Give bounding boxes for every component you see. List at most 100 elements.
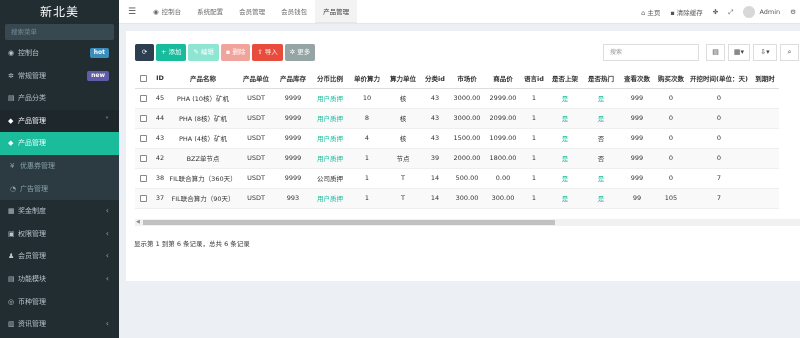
menu-toggle-icon[interactable]: ☰: [125, 0, 139, 24]
table-cell: 2099.00: [485, 108, 521, 129]
sidebar-item[interactable]: ◉ 控制台 hot: [0, 42, 119, 65]
sidebar-badge: hot: [89, 48, 109, 58]
sidebar-item[interactable]: ◎ 币种管理: [0, 291, 119, 314]
table-cell: 0: [655, 108, 687, 129]
column-header[interactable]: 市场价: [449, 69, 485, 89]
table-cell: USDT: [237, 148, 275, 169]
sidebar-item[interactable]: ◔ 广告管理: [0, 177, 119, 201]
search-icon[interactable]: ⌕: [780, 44, 799, 61]
sidebar-item[interactable]: ▤ 功能模块 ‹: [0, 268, 119, 291]
sidebar-search-input[interactable]: 搜索菜单: [5, 24, 114, 40]
select-all-checkbox[interactable]: [135, 69, 151, 89]
add-button[interactable]: + 添加: [156, 44, 187, 61]
sidebar-item-label: 控制台: [18, 49, 39, 57]
horizontal-scrollbar[interactable]: ◀ ▶: [135, 219, 800, 226]
table-cell: 999: [619, 108, 655, 129]
nav-tab[interactable]: ◉ 控制台: [145, 0, 189, 24]
refresh-button[interactable]: ⟳: [135, 44, 154, 61]
table-cell: 999: [619, 148, 655, 169]
column-header[interactable]: 是否热门: [583, 69, 619, 89]
table-row[interactable]: 42 BZZ单节点 USDT 9999 用户质押 1 节点 39 2000.00 1800.00 1…: [135, 148, 779, 169]
nav-tab-label: 控制台: [161, 8, 182, 16]
column-header[interactable]: 分类id: [421, 69, 449, 89]
row-checkbox[interactable]: [135, 88, 151, 109]
product-panel: ⟳ + 添加 ✎ 编辑 ▪ 删除 ⇧ 导入 ✲ 更多 搜索 ▤ ▦▾ ⇩▾ ⌕ ID 产品名…: [126, 31, 800, 281]
nav-tab[interactable]: 会员钱包: [273, 0, 315, 24]
sidebar-item[interactable]: ▦ 奖金制度 ‹: [0, 200, 119, 223]
table-cell: 核: [385, 88, 421, 109]
table-cell: 0: [687, 128, 751, 149]
edit-button[interactable]: ✎ 编辑: [188, 44, 219, 61]
language-icon[interactable]: ✤: [713, 8, 718, 16]
folder-icon: ▤: [8, 94, 15, 103]
scrollbar-thumb[interactable]: [143, 220, 555, 225]
delete-button[interactable]: ▪ 删除: [220, 44, 251, 61]
table-search-input[interactable]: 搜索: [603, 44, 699, 61]
toggle-view-icon[interactable]: ▤: [706, 44, 725, 61]
table-cell: 9999: [275, 88, 311, 109]
nav-tab[interactable]: 系统配置: [189, 0, 231, 24]
user-menu[interactable]: Admin: [743, 6, 780, 18]
more-button[interactable]: ✲ 更多: [284, 44, 316, 61]
table-cell: 核: [385, 108, 421, 129]
row-checkbox[interactable]: [135, 128, 151, 149]
column-header[interactable]: 是否上架: [547, 69, 583, 89]
table-cell: 43: [151, 128, 169, 149]
import-button[interactable]: ⇧ 导入: [252, 44, 283, 61]
table-cell: 3000.00: [449, 108, 485, 129]
table-cell: 0.00: [485, 168, 521, 189]
sidebar-item[interactable]: ✲ 常规管理 new: [0, 65, 119, 88]
export-dropdown-icon[interactable]: ⇩▾: [753, 44, 777, 61]
clear-cache-link[interactable]: ▪ 清除缓存: [670, 7, 702, 17]
trash-icon: ▪: [225, 48, 231, 56]
coin-icon: ◎: [8, 297, 15, 306]
columns-dropdown-icon[interactable]: ▦▾: [728, 44, 750, 61]
scroll-left-icon[interactable]: ◀: [136, 219, 140, 226]
column-header[interactable]: 查看次数: [619, 69, 655, 89]
row-checkbox[interactable]: [135, 108, 151, 129]
column-header[interactable]: 语言id: [521, 69, 547, 89]
coupon-icon: ¥: [10, 161, 15, 170]
table-cell: USDT: [237, 108, 275, 129]
table-row[interactable]: 45 PHA (10核）矿机 USDT 9999 用户质押 10 核 43 3000.00 299…: [135, 88, 779, 109]
sidebar-item-label: 权限管理: [18, 229, 46, 238]
sidebar-item[interactable]: ¥ 优惠券管理: [0, 154, 119, 178]
column-header[interactable]: 商品价: [485, 69, 521, 89]
sidebar-item[interactable]: ♟ 会员管理 ‹: [0, 245, 119, 268]
table-row[interactable]: 43 PHA (4核）矿机 USDT 9999 用户质押 4 核 43 1500.00 1099.…: [135, 128, 779, 149]
table-cell: 0: [687, 108, 751, 129]
table-cell: 公司质押: [311, 168, 349, 189]
sidebar-item[interactable]: ◆ 产品管理: [0, 132, 119, 155]
sidebar-item[interactable]: ▣ 权限管理 ‹: [0, 223, 119, 246]
sidebar-item[interactable]: ▤ 产品分类: [0, 87, 119, 110]
column-header[interactable]: 产品单位: [237, 69, 275, 89]
row-checkbox[interactable]: [135, 148, 151, 169]
table-cell: 14: [421, 188, 449, 209]
table-row[interactable]: 38 FIL联合算力（360天） USDT 9999 公司质押 1 T 14 500.00 0.0…: [135, 168, 779, 189]
home-link[interactable]: ⌂ 主页: [641, 7, 660, 17]
row-checkbox[interactable]: [135, 188, 151, 209]
column-header[interactable]: 到期时: [751, 69, 779, 89]
column-header[interactable]: ID: [151, 69, 169, 89]
column-header[interactable]: 产品名称: [169, 69, 237, 89]
settings-gear-icon[interactable]: ⚙: [790, 8, 796, 16]
table-cell: 用户质押: [311, 188, 349, 209]
column-header[interactable]: 购买次数: [655, 69, 687, 89]
column-header[interactable]: 开挖时间(单位：天): [687, 69, 751, 89]
nav-tab[interactable]: 会员管理: [231, 0, 273, 24]
brand-logo[interactable]: 新北美: [0, 0, 119, 24]
column-header[interactable]: 产品库存: [275, 69, 311, 89]
column-header[interactable]: 单价算力: [349, 69, 385, 89]
fullscreen-icon[interactable]: ⤢: [728, 8, 733, 17]
row-checkbox[interactable]: [135, 168, 151, 189]
nav-tab[interactable]: 产品管理: [315, 0, 358, 24]
table-row[interactable]: 44 PHA (8核）矿机 USDT 9999 用户质押 8 核 43 3000.00 2099.…: [135, 108, 779, 129]
column-header[interactable]: 算力单位: [385, 69, 421, 89]
sidebar-item[interactable]: ◆ 产品管理 ˅: [0, 109, 119, 133]
pencil-icon: ✎: [193, 48, 199, 56]
chevron-icon: ‹: [105, 319, 109, 329]
chevron-icon: ‹: [105, 228, 109, 238]
table-row[interactable]: 37 FIL联合算力（90天） USDT 993 用户质押 1 T 14 300.00 300.0…: [135, 188, 779, 209]
sidebar-item[interactable]: ▥ 资讯管理 ‹: [0, 313, 119, 336]
column-header[interactable]: 分币比例: [311, 69, 349, 89]
